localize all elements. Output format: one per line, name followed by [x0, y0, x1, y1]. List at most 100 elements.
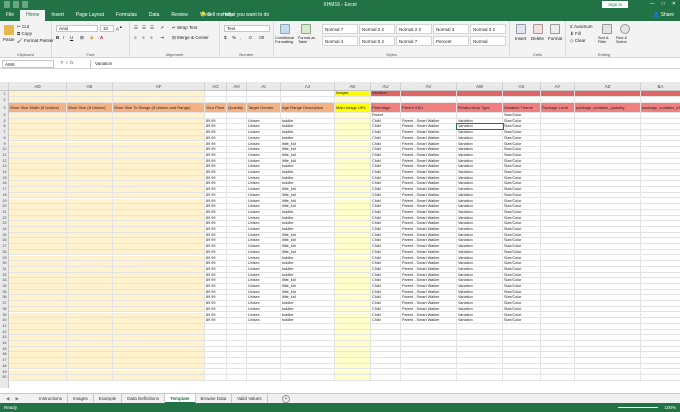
grid-cell[interactable] [9, 363, 67, 369]
grid-cell[interactable] [227, 249, 247, 255]
cell-style-5[interactable]: Normal 4 [322, 36, 358, 46]
grid-cell[interactable]: Child [371, 209, 401, 215]
grid-cell[interactable] [9, 158, 67, 164]
grid-cell[interactable] [335, 369, 371, 375]
grid-cell[interactable]: Size/Color [503, 158, 541, 164]
grid-cell[interactable] [541, 266, 575, 272]
grid-cell[interactable]: Size/Color [503, 238, 541, 244]
grid-cell[interactable]: Variation [457, 278, 503, 283]
grid-cell[interactable] [9, 255, 67, 261]
grid-cell[interactable] [9, 141, 67, 147]
grid-cell[interactable] [371, 341, 401, 346]
grid-cell[interactable] [113, 118, 205, 124]
grid-cell[interactable] [503, 369, 541, 375]
grid-cell[interactable] [641, 91, 680, 96]
grid-cell[interactable] [67, 187, 113, 192]
grid-cell[interactable] [227, 181, 247, 187]
grid-cell[interactable] [541, 249, 575, 255]
grid-cell[interactable] [641, 147, 680, 152]
column-header[interactable]: AJ [281, 82, 335, 90]
grid-cell[interactable] [9, 301, 67, 306]
column-header[interactable]: AW [457, 82, 503, 90]
grid-cell[interactable]: Unisex [247, 301, 281, 306]
grid-cell[interactable]: Unisex [247, 124, 281, 130]
grid-cell[interactable]: toddler [281, 255, 335, 261]
grid-cell[interactable] [541, 124, 575, 130]
grid-cell[interactable]: Parent - Smart Walker [401, 249, 457, 255]
grid-cell[interactable]: Unisex [247, 118, 281, 124]
grid-cell[interactable] [335, 130, 371, 135]
grid-cell[interactable] [541, 238, 575, 244]
grid-cell[interactable]: 89.99 [205, 209, 227, 215]
grid-cell[interactable] [541, 209, 575, 215]
grid-cell[interactable]: 89.99 [205, 135, 227, 141]
grid-cell[interactable] [9, 97, 67, 102]
currency-icon[interactable]: $ [224, 35, 227, 40]
column-header[interactable]: AD [9, 82, 67, 90]
grid-cell[interactable]: Parent - Smart Walker [401, 187, 457, 192]
grid-cell[interactable] [67, 255, 113, 261]
grid-cell[interactable] [205, 341, 227, 346]
grid-cell[interactable] [9, 124, 67, 130]
grid-cell[interactable]: Parent - Smart Walker [401, 306, 457, 312]
column-header[interactable]: AG [205, 82, 227, 90]
grid-cell[interactable] [227, 284, 247, 289]
grid-cell[interactable] [227, 329, 247, 335]
grid-cell[interactable] [575, 329, 641, 335]
grid-cell[interactable] [113, 175, 205, 181]
grid-cell[interactable] [227, 198, 247, 204]
grid-cell[interactable] [401, 97, 457, 102]
grid-cell[interactable]: Unisex [247, 272, 281, 278]
grid-cell[interactable] [541, 363, 575, 369]
grid-cell[interactable] [67, 312, 113, 318]
grid-cell[interactable]: toddler [281, 272, 335, 278]
grid-cell[interactable]: Unisex [247, 135, 281, 141]
grid-cell[interactable] [113, 238, 205, 244]
grid-cell[interactable]: Size/Color [503, 204, 541, 209]
grid-cell[interactable] [113, 249, 205, 255]
maximize-icon[interactable]: □ [662, 1, 665, 7]
cell-style-1[interactable]: Normal 2 2 [359, 24, 395, 34]
grid-cell[interactable] [113, 227, 205, 232]
grid-cell[interactable] [247, 91, 281, 96]
grid-cell[interactable] [113, 369, 205, 375]
grid-cell[interactable]: Variation [457, 261, 503, 266]
grid-cell[interactable]: Unisex [247, 244, 281, 249]
grid-cell[interactable] [503, 358, 541, 363]
grid-cell[interactable] [541, 255, 575, 261]
copy-button[interactable]: ⧉ Copy [17, 31, 32, 36]
grid-cell[interactable] [335, 209, 371, 215]
font-size-select[interactable]: 10 [100, 25, 114, 32]
ribbon-tab[interactable]: Review [165, 10, 193, 21]
grid-cell[interactable] [335, 152, 371, 158]
grid-cell[interactable]: 89.99 [205, 318, 227, 323]
grid-cell[interactable] [9, 209, 67, 215]
grid-cell[interactable]: Variation [457, 130, 503, 135]
number-format-select[interactable]: Text [224, 25, 270, 32]
grid-cell[interactable]: 89.99 [205, 306, 227, 312]
grid-cell[interactable]: Parent - Smart Walker [401, 130, 457, 135]
percent-icon[interactable]: % [232, 35, 236, 40]
grid-cell[interactable] [575, 130, 641, 135]
grid-cell[interactable]: Variation [457, 266, 503, 272]
grid-cell[interactable]: Parent - Smart Walker [401, 232, 457, 238]
merge-center-button[interactable]: ⊟ Merge & Center [172, 35, 209, 41]
grid-cell[interactable]: Child [371, 181, 401, 187]
grid-cell[interactable] [641, 164, 680, 169]
add-sheet-button[interactable]: + [282, 395, 290, 403]
grid-cell[interactable]: Variation [457, 312, 503, 318]
grid-cell[interactable] [335, 335, 371, 340]
grid-cell[interactable] [541, 118, 575, 124]
grid-cell[interactable] [281, 352, 335, 358]
grid-cell[interactable] [575, 249, 641, 255]
grid-cell[interactable] [113, 318, 205, 323]
grid-cell[interactable]: 89.99 [205, 278, 227, 283]
grid-cell[interactable]: Parent - Smart Walker [401, 318, 457, 323]
grid-cell[interactable] [335, 238, 371, 244]
grid-cell[interactable] [9, 204, 67, 209]
grid-cell[interactable]: Variation [457, 187, 503, 192]
grid-cell[interactable] [541, 141, 575, 147]
grid-cell[interactable] [227, 232, 247, 238]
grid-cell[interactable] [641, 341, 680, 346]
grid-cell[interactable] [281, 329, 335, 335]
